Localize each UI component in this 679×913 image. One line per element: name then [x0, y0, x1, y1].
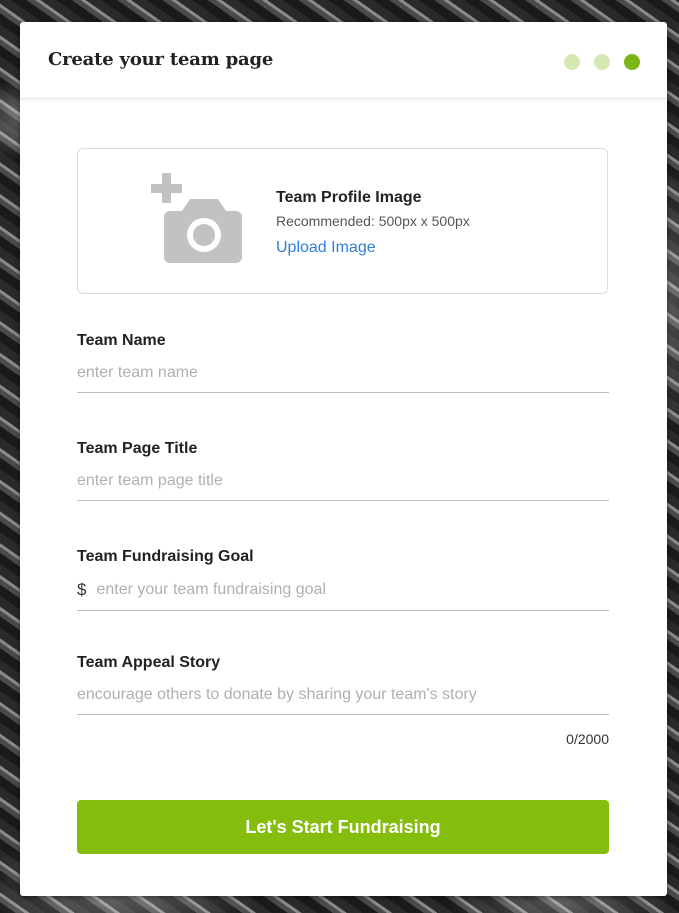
step-dot-2: [594, 54, 610, 70]
profile-image-upload[interactable]: Team Profile Image Recommended: 500px x …: [77, 148, 608, 294]
page-title: Create your team page: [48, 49, 274, 70]
fundraising-goal-label: Team Fundraising Goal: [77, 548, 254, 565]
appeal-story-label: Team Appeal Story: [77, 654, 221, 671]
team-name-input[interactable]: [77, 360, 609, 393]
step-dot-1: [564, 54, 580, 70]
create-team-card: Create your team page Team Profile Image…: [20, 22, 667, 896]
upload-title: Team Profile Image: [276, 189, 422, 206]
team-page-title-field: Team Page Title: [77, 440, 609, 501]
story-character-counter: 0/2000: [566, 731, 609, 747]
team-page-title-label: Team Page Title: [77, 440, 198, 457]
team-name-label: Team Name: [77, 332, 166, 349]
fundraising-goal-input[interactable]: [96, 577, 609, 609]
appeal-story-input[interactable]: [77, 682, 609, 715]
start-fundraising-button[interactable]: Let's Start Fundraising: [77, 800, 609, 854]
card-header: Create your team page: [20, 22, 667, 99]
upload-image-link[interactable]: Upload Image: [276, 239, 376, 257]
add-photo-camera-icon[interactable]: [148, 173, 248, 265]
currency-symbol: $: [77, 580, 87, 599]
team-name-field: Team Name: [77, 332, 609, 393]
fundraising-goal-row: $: [77, 576, 609, 611]
upload-hint: Recommended: 500px x 500px: [276, 213, 470, 229]
team-page-title-input[interactable]: [77, 468, 609, 501]
fundraising-goal-field: Team Fundraising Goal $: [77, 548, 609, 611]
step-dot-3: [624, 54, 640, 70]
appeal-story-field: Team Appeal Story: [77, 654, 609, 715]
step-indicator: [564, 54, 640, 70]
